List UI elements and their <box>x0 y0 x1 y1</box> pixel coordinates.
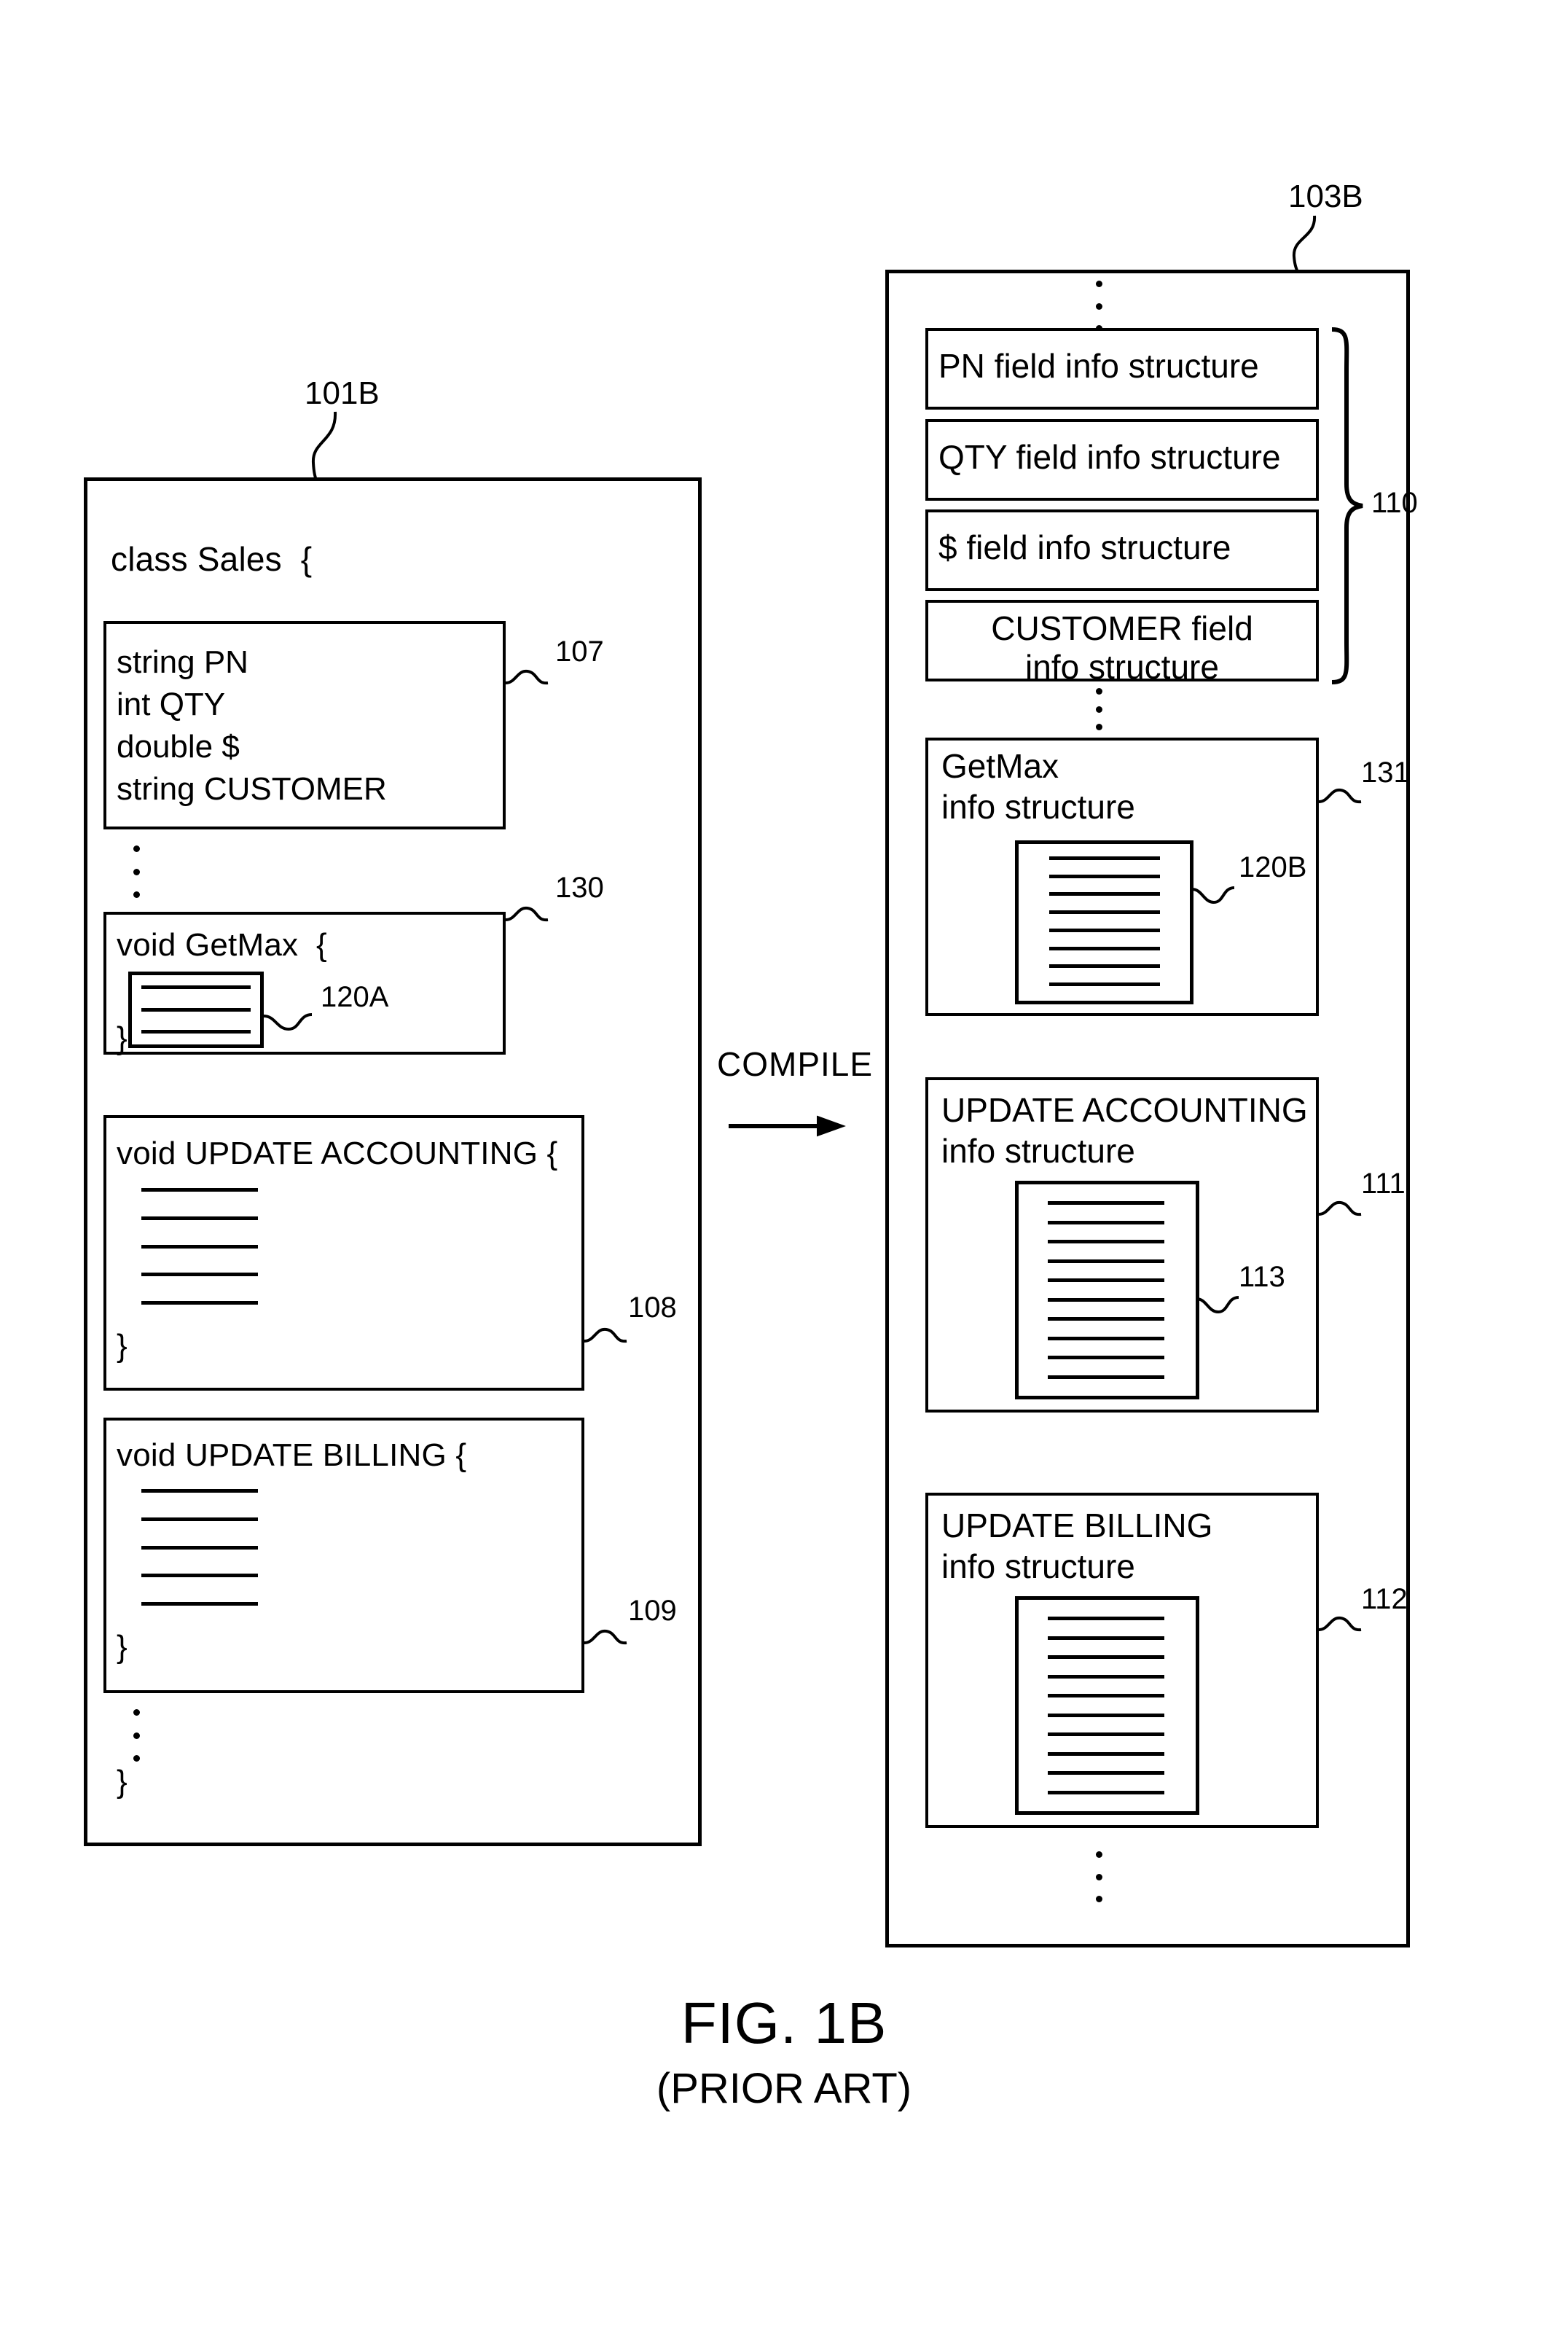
reference-numeral-110: 110 <box>1371 487 1418 519</box>
fields-block-text: string PN int QTY double $ string CUSTOM… <box>117 641 387 810</box>
field-line-1: int QTY <box>117 687 226 723</box>
reference-numeral-120a: 120A <box>321 981 389 1013</box>
reference-numeral-101b: 101B <box>305 375 380 411</box>
reference-numeral-109: 109 <box>628 1595 677 1627</box>
leader-line-109 <box>584 1629 627 1645</box>
patent-figure-1b: 101B class Sales { string PN int QTY dou… <box>0 0 1568 2352</box>
figure-caption-subtitle: (PRIOR ART) <box>656 2065 912 2112</box>
group-brace-110 <box>1331 327 1363 684</box>
method-close-getmax: } <box>117 1020 128 1056</box>
leader-line-108 <box>584 1327 627 1343</box>
reference-numeral-103b: 103B <box>1288 179 1363 214</box>
field-info-structure-pn-label: PN field info structure <box>938 347 1259 385</box>
reference-numeral-131: 131 <box>1361 757 1410 789</box>
method-body-lines-getmax <box>141 985 251 1034</box>
info-structure-getmax-title-line2: info structure <box>941 788 1135 826</box>
info-structure-update-accounting-body-lines <box>1048 1201 1164 1379</box>
leader-line-120b <box>1191 886 1235 905</box>
info-structure-update-accounting-title-line2: info structure <box>941 1132 1135 1170</box>
field-info-structure-dollar-label: $ field info structure <box>938 528 1231 566</box>
ellipsis-source-bottom <box>133 1709 140 1762</box>
method-body-lines-update-billing <box>141 1489 258 1606</box>
leader-line-113 <box>1196 1296 1239 1314</box>
method-header-update-billing: void UPDATE BILLING { <box>117 1437 467 1473</box>
leader-line-103b <box>1292 215 1317 275</box>
info-structure-getmax-body-lines <box>1049 856 1160 986</box>
ellipsis-compiled-bottom <box>1095 1851 1102 1902</box>
method-header-update-accounting: void UPDATE ACCOUNTING { <box>117 1136 558 1171</box>
ellipsis-source-fields <box>133 845 140 898</box>
reference-numeral-108: 108 <box>628 1292 677 1324</box>
leader-line-120a <box>263 1013 313 1031</box>
field-info-structure-customer-label: CUSTOMER field info structure <box>991 609 1253 686</box>
leader-line-107 <box>505 669 549 685</box>
method-body-lines-update-accounting <box>141 1188 258 1305</box>
reference-numeral-112: 112 <box>1361 1583 1408 1615</box>
figure-caption-main: FIG. 1B <box>681 1990 887 2055</box>
leader-line-131 <box>1318 788 1362 804</box>
reference-numeral-130: 130 <box>555 872 604 904</box>
info-structure-update-billing-title-line2: info structure <box>941 1547 1135 1585</box>
compile-arrow-icon <box>729 1115 846 1137</box>
info-structure-update-billing-body-lines <box>1048 1617 1164 1794</box>
info-structure-update-accounting-title-line1: UPDATE ACCOUNTING <box>941 1091 1308 1129</box>
reference-numeral-107: 107 <box>555 636 604 668</box>
leader-line-130 <box>505 906 549 922</box>
field-info-structure-qty-label: QTY field info structure <box>938 438 1281 476</box>
info-structure-update-billing-title-line1: UPDATE BILLING <box>941 1507 1213 1544</box>
leader-line-112 <box>1318 1616 1362 1632</box>
field-line-3: string CUSTOMER <box>117 771 387 808</box>
ellipsis-compiled-top <box>1095 281 1102 332</box>
compile-label: COMPILE <box>717 1045 874 1083</box>
class-header-text: class Sales { <box>111 540 313 578</box>
field-line-0: string PN <box>117 644 248 680</box>
leader-line-111 <box>1318 1200 1362 1216</box>
method-header-getmax: void GetMax { <box>117 927 327 963</box>
field-line-2: double $ <box>117 729 240 765</box>
class-close-text: } <box>117 1764 128 1800</box>
ellipsis-compiled-mid <box>1095 688 1102 730</box>
reference-numeral-111: 111 <box>1361 1168 1406 1200</box>
method-close-update-billing: } <box>117 1629 128 1665</box>
info-structure-getmax-title-line1: GetMax <box>941 747 1059 785</box>
method-close-update-accounting: } <box>117 1328 128 1364</box>
